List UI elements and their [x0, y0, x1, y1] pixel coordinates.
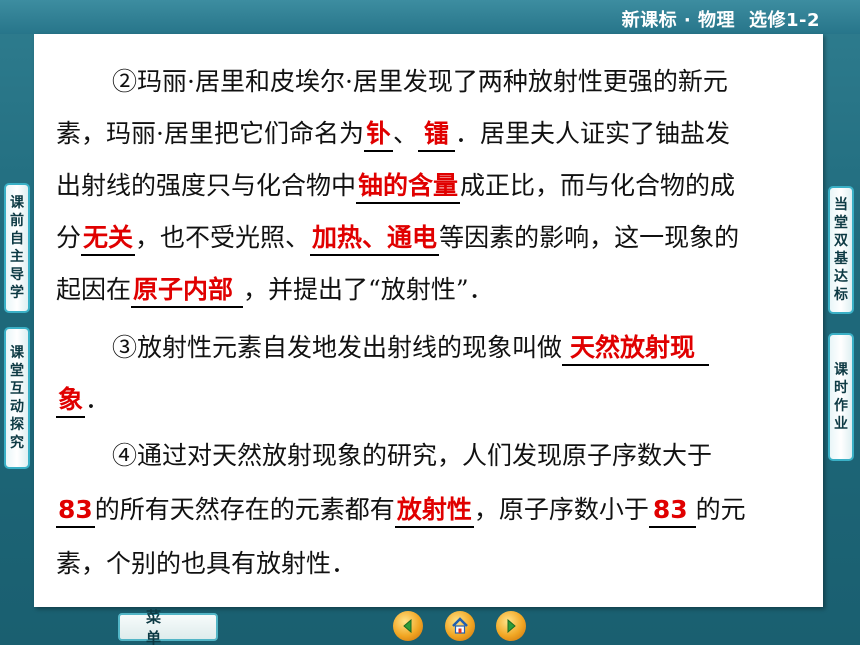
- nav-tab-char: 达: [834, 269, 848, 285]
- nav-tab-char: 当: [834, 197, 848, 213]
- module-name: 选修1-2: [748, 10, 820, 31]
- paragraph-text: 的所有天然存在的元素都有: [94, 495, 395, 524]
- paragraph-text: ，也不受光照、: [135, 223, 311, 252]
- home-button[interactable]: [445, 611, 475, 641]
- paragraph-text: ④通过对天然放射现象的研究，人们发现原子序数大于: [112, 441, 713, 470]
- paragraph-text: ，并提出了“放射性”．: [243, 275, 494, 304]
- text-line: 83的所有天然存在的元素都有放射性，原子序数小于 83 的元: [56, 490, 746, 530]
- nav-tab-char: 双: [834, 233, 848, 249]
- footer-bar: 菜单: [0, 607, 860, 645]
- paragraph-text: ．: [85, 385, 111, 414]
- paragraph-text: 成正比，而与化合物的成: [460, 171, 736, 200]
- text-line: 起因在原子内部 ，并提出了“放射性”．: [56, 270, 494, 310]
- nav-tab-char: 导: [10, 267, 24, 283]
- course-title: 新课标 · 物理 选修1-2: [622, 6, 820, 32]
- forward-icon: [507, 618, 516, 634]
- nav-tab-char: 究: [10, 435, 24, 451]
- menu-button[interactable]: 菜单: [118, 608, 218, 645]
- answer-natural-radioactivity: 天然放射现: [562, 332, 710, 366]
- nav-tab-char: 前: [10, 213, 24, 229]
- paragraph-text: 素，玛丽·居里把它们命名为: [56, 119, 364, 148]
- nav-tab-char: 课: [10, 345, 24, 361]
- nav-tab-char: 作: [834, 398, 848, 414]
- nav-tab-label: 当堂双基达标: [834, 196, 848, 304]
- text-line: ④通过对天然放射现象的研究，人们发现原子序数大于: [112, 436, 712, 476]
- nav-tab-char: 堂: [10, 363, 24, 379]
- paragraph-text: 素，个别的也具有放射性．: [56, 549, 357, 578]
- nav-tab-char: 基: [834, 251, 848, 267]
- paragraph-text: 出射线的强度只与化合物中: [56, 171, 357, 200]
- paragraph-text: ③放射性元素自发地发出射线的现象叫做: [112, 333, 563, 362]
- paragraph-text: 的元: [695, 495, 746, 524]
- home-icon: [452, 617, 468, 634]
- nav-tab-char: 业: [834, 416, 848, 432]
- answer-atom-interior: 原子内部: [131, 274, 244, 308]
- nav-tab-char: 探: [10, 417, 24, 433]
- nav-tab-in-class[interactable]: 课堂互动探究: [4, 327, 30, 469]
- forward-button[interactable]: [496, 611, 526, 641]
- nav-tab-char: 时: [834, 380, 848, 396]
- text-line: ②玛丽·居里和皮埃尔·居里发现了两种放射性更强的新元: [112, 62, 728, 102]
- paragraph-text: 等因素的影响，这一现象的: [439, 223, 740, 252]
- answer-polonium: 钋: [363, 118, 393, 152]
- text-line: 分无关，也不受光照、加热、通电等因素的影响，这一现象的: [56, 218, 739, 258]
- nav-tab-label: 课堂互动探究: [10, 344, 24, 452]
- answer-heat-electric: 加热、通电: [310, 222, 440, 256]
- answer-83-above: 83: [56, 494, 95, 528]
- paragraph-text: 、: [392, 119, 418, 148]
- course-name: 新课标 · 物理: [621, 10, 735, 31]
- back-button[interactable]: [393, 611, 423, 641]
- text-line: 象．: [56, 380, 110, 420]
- paragraph-text: ②玛丽·居里和皮埃尔·居里发现了两种放射性更强的新元: [112, 67, 728, 96]
- back-icon: [403, 618, 412, 634]
- header-bar: 新课标 · 物理 选修1-2: [0, 0, 860, 34]
- text-line: 素，个别的也具有放射性．: [56, 544, 356, 584]
- answer-unrelated: 无关: [81, 222, 136, 256]
- text-line: 出射线的强度只与化合物中铀的含量成正比，而与化合物的成: [56, 166, 735, 206]
- answer-radioactivity: 放射性: [394, 494, 474, 528]
- nav-tab-char: 课: [10, 195, 24, 211]
- nav-tab-char: 动: [10, 399, 24, 415]
- nav-tab-char: 堂: [834, 215, 848, 231]
- paragraph-text: 分: [56, 223, 82, 252]
- nav-tab-mastery[interactable]: 当堂双基达标: [828, 186, 854, 314]
- nav-tab-char: 标: [834, 287, 848, 303]
- text-line: ③放射性元素自发地发出射线的现象叫做 天然放射现: [112, 328, 710, 368]
- nav-tab-label: 课前自主导学: [10, 194, 24, 302]
- answer-natural-radioactivity-cont: 象: [56, 384, 86, 418]
- paragraph-text: 起因在: [56, 275, 132, 304]
- nav-tab-char: 主: [10, 249, 24, 265]
- paragraph-text: ，原子序数小于: [473, 495, 649, 524]
- nav-tab-char: 课: [834, 362, 848, 378]
- nav-tab-homework[interactable]: 课时作业: [828, 333, 854, 461]
- nav-tab-char: 自: [10, 231, 24, 247]
- paragraph-text: ．居里夫人证实了铀盐发: [455, 119, 731, 148]
- nav-tab-char: 学: [10, 285, 24, 301]
- text-line: 素，玛丽·居里把它们命名为钋、镭．居里夫人证实了铀盐发: [56, 114, 730, 154]
- answer-radium: 镭: [417, 118, 455, 152]
- nav-tab-label: 课时作业: [834, 361, 848, 433]
- answer-uranium-content: 铀的含量: [356, 170, 461, 204]
- nav-tab-pre-class[interactable]: 课前自主导学: [4, 183, 30, 313]
- answer-83-below: 83: [648, 494, 696, 528]
- nav-tab-char: 互: [10, 381, 24, 397]
